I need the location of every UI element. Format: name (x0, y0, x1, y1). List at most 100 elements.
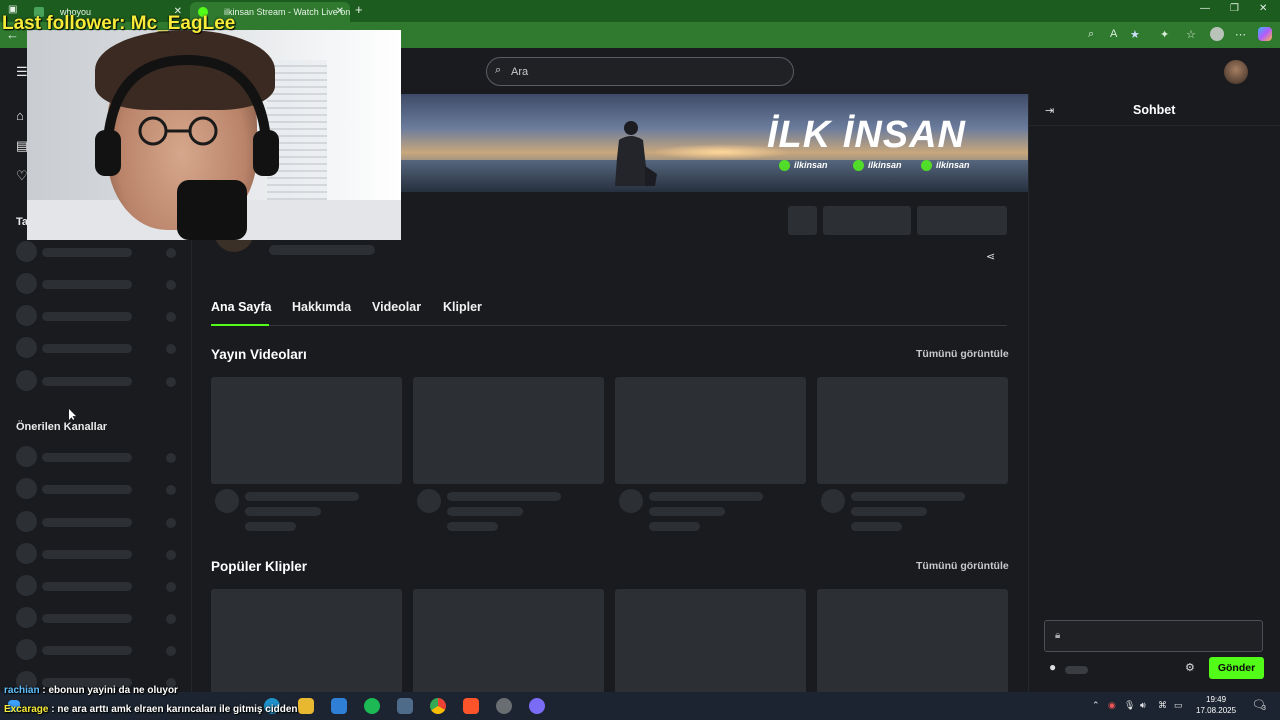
view-all-clips-link[interactable]: Tümünü görüntüle (916, 560, 1009, 572)
action-button-skeleton[interactable] (788, 206, 817, 235)
obs-icon[interactable] (496, 698, 512, 714)
new-tab-button[interactable]: + (355, 2, 363, 17)
action-button-skeleton[interactable] (917, 206, 1007, 235)
home-icon[interactable]: ⌂ (16, 108, 24, 123)
video-meta-bar (649, 492, 763, 501)
user-avatar[interactable] (1224, 60, 1248, 84)
overlay-chat-text: ebonun yayini da ne oluyor (48, 685, 178, 696)
sidebar-skeleton-row (16, 446, 181, 468)
tab-label: ilkinsan Stream - Watch Live on K (224, 7, 350, 17)
chrome-icon[interactable] (430, 698, 446, 714)
overlay-chat-user: rachian (4, 685, 40, 696)
following-heart-icon[interactable]: ♡ (16, 168, 28, 184)
more-icon[interactable]: ⋯ (1235, 28, 1246, 41)
share-icon[interactable]: ⋖ (986, 250, 995, 263)
action-button-skeleton[interactable] (823, 206, 911, 235)
video-meta-avatar-skeleton (417, 489, 441, 513)
sidebar-skeleton-row (16, 305, 181, 327)
video-meta-bar (649, 507, 725, 516)
clip-card-skeleton[interactable] (817, 589, 1008, 696)
sidebar-skeleton-row (16, 511, 181, 533)
video-meta-bar (851, 522, 902, 531)
minimize-icon[interactable]: — (1200, 3, 1210, 14)
lock-icon: 🔒︎ (1055, 630, 1061, 641)
overlay-chat-line: Excarage : ne ara arttı amk elraen karın… (4, 704, 298, 715)
active-tab-indicator (211, 324, 269, 326)
video-card-skeleton[interactable] (413, 377, 604, 484)
zoom-icon[interactable]: ⌕ (1088, 28, 1094, 41)
headphones-shape (95, 54, 279, 176)
sidebar-skeleton-row (16, 543, 181, 565)
send-button[interactable]: Gönder (1209, 657, 1264, 679)
video-meta-bar (447, 492, 561, 501)
screen: ▣ whoyou ✕ ilkinsan Stream - Watch Live … (0, 0, 1280, 720)
spotify-icon[interactable] (364, 698, 380, 714)
person-silhouette (615, 121, 657, 186)
video-card-skeleton[interactable] (615, 377, 806, 484)
tab-videos[interactable]: Videolar (372, 300, 421, 314)
video-card-skeleton[interactable] (211, 377, 402, 484)
microphone-icon[interactable]: 🎙︎ (1124, 700, 1135, 711)
system-clock[interactable]: 19:49 17.08.2025 (1196, 694, 1236, 716)
section-title-stream-videos: Yayın Videoları (211, 347, 307, 362)
tab-about[interactable]: Hakkımda (292, 300, 351, 314)
video-card-skeleton[interactable] (817, 377, 1008, 484)
emote-skeleton (1065, 666, 1088, 674)
clip-card-skeleton[interactable] (211, 589, 402, 696)
banner-social-kick: ilkinsan (779, 160, 828, 171)
sidebar-skeleton-row (16, 607, 181, 629)
sidebar-skeleton-row (16, 639, 181, 661)
video-meta-bar (245, 492, 359, 501)
view-all-videos-link[interactable]: Tümünü görüntüle (916, 348, 1009, 360)
banner-social-instagram: ilkinsan (853, 160, 902, 171)
video-meta-bar (851, 492, 965, 501)
video-meta-bar (447, 522, 498, 531)
clip-card-skeleton[interactable] (615, 589, 806, 696)
chat-settings-gear-icon[interactable]: ⚙ (1185, 661, 1195, 674)
sidebar-skeleton-row (16, 370, 181, 392)
overlay-chat-text: ne ara arttı amk elraen karıncaları ile … (57, 704, 298, 715)
collapse-chat-icon[interactable]: ⇥ (1045, 104, 1054, 117)
copilot-icon[interactable] (1258, 27, 1272, 41)
tray-app-icon[interactable]: ◉ (1108, 700, 1116, 711)
search-input[interactable] (511, 62, 781, 82)
chat-panel: ⇥ Sohbet 🔒︎ ● ⚙ Gönder (1028, 94, 1280, 692)
extensions-icon[interactable]: ✦ (1160, 28, 1169, 41)
tray-chevron-icon[interactable]: ⌃ (1092, 700, 1100, 711)
discord-icon[interactable] (529, 698, 545, 714)
video-meta-avatar-skeleton (215, 489, 239, 513)
file-explorer-icon[interactable] (298, 698, 314, 714)
wifi-icon[interactable]: ⌘ (1158, 700, 1167, 711)
overlay-chat-user: Excarage (4, 704, 49, 715)
banner-social-youtube: ilkinsan (921, 160, 970, 171)
sidebar-skeleton-row (16, 575, 181, 597)
search-box[interactable]: ⌕ (486, 57, 794, 86)
calculator-icon[interactable] (397, 698, 413, 714)
tab-clips[interactable]: Klipler (443, 300, 482, 314)
brave-icon[interactable] (463, 698, 479, 714)
webcam-overlay (27, 30, 401, 240)
favorite-star-icon[interactable]: ★ (1130, 28, 1140, 41)
store-icon[interactable] (331, 698, 347, 714)
chat-header: ⇥ Sohbet (1029, 94, 1280, 126)
favorites-icon[interactable]: ☆ (1186, 28, 1196, 41)
close-window-icon[interactable]: ✕ (1259, 3, 1267, 14)
video-meta-avatar-skeleton (619, 489, 643, 513)
notification-count: 3 (1262, 705, 1266, 712)
emote-icon[interactable]: ● (1049, 660, 1056, 674)
tab-close-icon[interactable]: ✕ (336, 2, 344, 22)
profile-avatar[interactable] (1210, 27, 1224, 41)
chat-message-input[interactable]: 🔒︎ (1044, 620, 1263, 652)
volume-icon[interactable]: 🔊︎ (1140, 700, 1146, 711)
clip-card-skeleton[interactable] (413, 589, 604, 696)
search-icon: ⌕ (495, 64, 502, 76)
video-meta-bar (649, 522, 700, 531)
battery-icon[interactable]: ▭ (1174, 700, 1183, 711)
sidebar-section-recommended: Önerilen Kanallar (16, 421, 108, 433)
read-aloud-icon[interactable]: A (1110, 28, 1117, 40)
sidebar-skeleton-row (16, 478, 181, 500)
tab-home[interactable]: Ana Sayfa (211, 300, 271, 314)
overlay-chat-line: rachian : ebonun yayini da ne oluyor (4, 685, 178, 696)
clock-time: 19:49 (1206, 695, 1227, 704)
maximize-icon[interactable]: ❐ (1230, 3, 1239, 14)
